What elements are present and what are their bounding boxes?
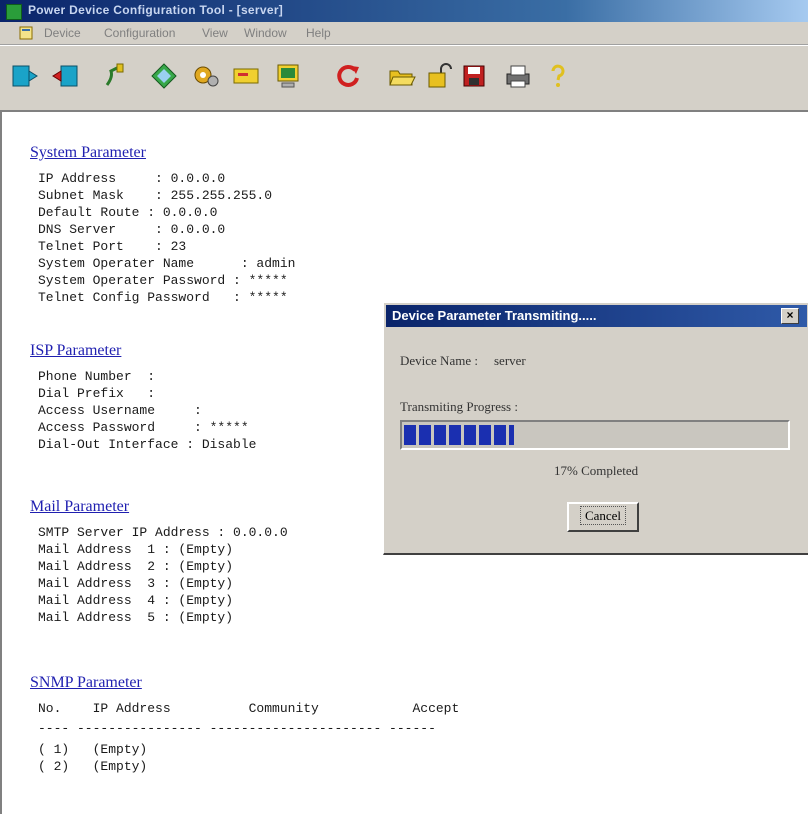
snmp-header: No. IP Address Community Accept xyxy=(38,701,460,716)
window-title-bar[interactable]: Power Device Configuration Tool - [serve… xyxy=(0,0,808,22)
dialog-title-bar[interactable]: Device Parameter Transmiting..... × xyxy=(386,305,807,327)
menu-help[interactable]: Help xyxy=(306,26,331,40)
disconnect-icon[interactable] xyxy=(48,58,84,94)
mail-line: Mail Address 5 : (Empty) xyxy=(38,610,234,625)
print-icon[interactable] xyxy=(500,58,536,94)
isp-line: Phone Number : xyxy=(38,369,156,384)
plug-icon[interactable] xyxy=(96,58,132,94)
isp-line: Access Password : ***** xyxy=(38,420,249,435)
menu-window[interactable]: Window xyxy=(244,26,287,40)
menu-device[interactable]: Device xyxy=(44,26,81,40)
mail-line: Mail Address 1 : (Empty) xyxy=(38,542,234,557)
mail-parameter-link[interactable]: Mail Parameter xyxy=(30,498,129,516)
device-name-label: Device Name : xyxy=(400,353,478,368)
system-line: System Operater Name : admin xyxy=(38,256,296,271)
isp-line: Access Username : xyxy=(38,403,202,418)
isp-line: Dial-Out Interface : Disable xyxy=(38,437,257,452)
device-name-value: server xyxy=(494,353,526,368)
app-icon xyxy=(6,4,22,20)
open-folder-icon[interactable] xyxy=(384,58,420,94)
menu-configuration[interactable]: Configuration xyxy=(104,26,175,40)
mail-line: SMTP Server IP Address : 0.0.0.0 xyxy=(38,525,288,540)
gears-icon[interactable] xyxy=(188,58,224,94)
progress-label: Transmiting Progress : xyxy=(400,399,518,414)
mail-line: Mail Address 4 : (Empty) xyxy=(38,593,234,608)
snmp-row: ( 2) (Empty) xyxy=(38,759,148,774)
monitor-icon[interactable] xyxy=(270,58,306,94)
toolbar xyxy=(0,45,808,112)
diamond-arrows-icon[interactable] xyxy=(146,58,182,94)
unlock-icon[interactable] xyxy=(420,58,456,94)
progress-fill xyxy=(404,425,514,445)
dialog-title: Device Parameter Transmiting..... xyxy=(392,308,597,323)
system-line: Subnet Mask : 255.255.255.0 xyxy=(38,188,273,203)
transmit-progress-bar xyxy=(400,420,790,450)
system-line: Default Route : 0.0.0.0 xyxy=(38,205,218,220)
system-parameter-link[interactable]: System Parameter xyxy=(30,144,146,162)
window-title: Power Device Configuration Tool - [serve… xyxy=(28,3,284,17)
progress-percent-text: 17% Completed xyxy=(554,463,639,478)
save-disk-icon[interactable] xyxy=(456,58,492,94)
system-line: Telnet Config Password : ***** xyxy=(38,290,288,305)
transmit-dialog: Device Parameter Transmiting..... × Devi… xyxy=(383,302,808,555)
menu-bar: Device Configuration View Window Help xyxy=(0,22,808,45)
cancel-button[interactable]: Cancel xyxy=(567,502,639,532)
document-icon[interactable] xyxy=(18,25,36,41)
snmp-rule: ---- ---------------- ------------------… xyxy=(38,721,436,736)
snmp-row: ( 1) (Empty) xyxy=(38,742,148,757)
isp-parameter-link[interactable]: ISP Parameter xyxy=(30,342,121,360)
isp-line: Dial Prefix : xyxy=(38,386,156,401)
refresh-icon[interactable] xyxy=(330,58,366,94)
mail-line: Mail Address 3 : (Empty) xyxy=(38,576,234,591)
menu-view[interactable]: View xyxy=(202,26,228,40)
system-line: IP Address : 0.0.0.0 xyxy=(38,171,226,186)
close-icon[interactable]: × xyxy=(781,308,799,324)
snmp-parameter-link[interactable]: SNMP Parameter xyxy=(30,674,142,692)
help-icon[interactable] xyxy=(540,58,576,94)
system-line: System Operater Password : ***** xyxy=(38,273,288,288)
connect-icon[interactable] xyxy=(6,58,42,94)
system-line: Telnet Port : 23 xyxy=(38,239,187,254)
card-icon[interactable] xyxy=(228,58,264,94)
mail-line: Mail Address 2 : (Empty) xyxy=(38,559,234,574)
system-line: DNS Server : 0.0.0.0 xyxy=(38,222,226,237)
cancel-label: Cancel xyxy=(579,506,627,525)
